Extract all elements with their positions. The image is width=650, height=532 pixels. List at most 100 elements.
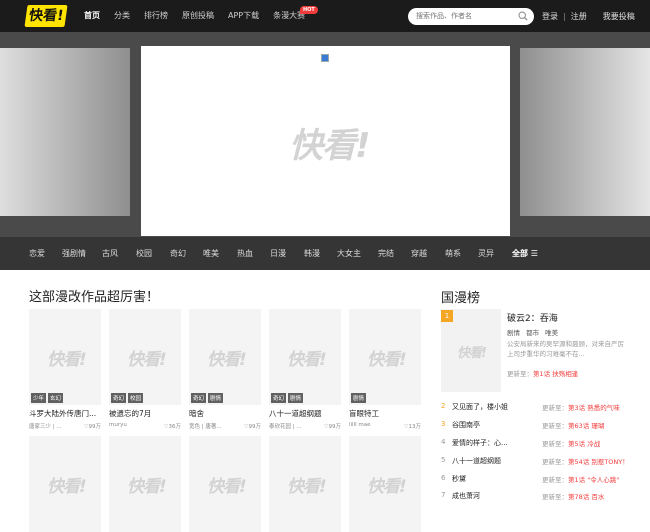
comic-cover[interactable]: 快看! 奇幻 剧情 — [269, 309, 341, 405]
ranking-item[interactable]: 7 成也萧河 更新至：第78话 百水 — [441, 491, 621, 503]
comic-tags: 剧情 — [351, 393, 367, 403]
nav-original-submission[interactable]: 原创投稿 — [182, 0, 214, 32]
latest-chapter-link[interactable]: 第3话 熟悉的气味 — [568, 404, 620, 412]
category-item[interactable]: 穿越 — [411, 237, 427, 270]
cover-watermark-logo: 快看! — [207, 477, 247, 497]
category-item[interactable]: 奇幻 — [170, 237, 186, 270]
comic-card[interactable]: 快看! 奇幻 剧情 八十一道超纲题 泰欣花园 | ... ♡99万 — [269, 309, 341, 430]
comic-tag: 奇幻 — [191, 393, 207, 403]
submit-link[interactable]: 我要投稿 — [603, 11, 635, 22]
category-item[interactable]: 强剧情 — [62, 237, 86, 270]
category-item[interactable]: 萌系 — [445, 237, 461, 270]
comic-author[interactable]: 唐家三少 | ... — [29, 422, 62, 430]
category-item[interactable]: 古风 — [102, 237, 118, 270]
comic-card[interactable]: 快看! 少年 玄幻 斗罗大陆外传唐门... 唐家三少 | ... ♡99万 — [29, 309, 101, 430]
comic-card[interactable]: 快看! — [349, 436, 421, 532]
comic-card[interactable]: 快看! 奇幻 剧情 暗舍 宽色 | 唐著... ♡99万 — [189, 309, 261, 430]
comic-card[interactable]: 快看! — [189, 436, 261, 532]
banner-main-slide[interactable]: 快看! — [141, 46, 510, 236]
ranking-item-title[interactable]: 谷围南亭 — [452, 420, 480, 430]
nav-app-download[interactable]: APP下载 — [228, 0, 259, 32]
ranking-item[interactable]: 5 八十一道超纲题 更新至：第54话 别惹TONY！ — [441, 456, 629, 468]
comic-cover[interactable]: 快看! 奇幻 校园 — [109, 309, 181, 405]
banner-prev-slide[interactable] — [0, 48, 130, 216]
comic-card[interactable]: 快看! — [109, 436, 181, 532]
ranking-item[interactable]: 4 爱情的样子：心... 更新至：第5话 冷战 — [441, 438, 621, 450]
nav-contest[interactable]: 条漫大赛 — [273, 0, 305, 32]
ranking-item-update: 更新至：第1话 "令人心跳" — [542, 476, 620, 484]
latest-chapter-link[interactable]: 第1话 "令人心跳" — [568, 476, 619, 484]
ranking-item[interactable]: 6 秒黛 更新至：第1话 "令人心跳" — [441, 474, 621, 486]
comic-cover[interactable]: 快看! — [269, 436, 341, 532]
comic-cover[interactable]: 快看! — [349, 436, 421, 532]
latest-chapter-link[interactable]: 第1话 扶殇相逢 — [533, 370, 578, 378]
site-logo[interactable]: 快看! — [24, 5, 68, 27]
latest-chapter-link[interactable]: 第54话 别惹TONY！ — [568, 458, 629, 466]
ranking-top-title[interactable]: 破云2：吞海 — [507, 311, 558, 324]
category-item[interactable]: 热血 — [237, 237, 253, 270]
comic-author[interactable]: 泰欣花园 | ... — [269, 422, 302, 430]
nav-ranking[interactable]: 排行榜 — [144, 0, 168, 32]
ranking-title: 国漫榜 — [441, 291, 481, 306]
comic-card[interactable]: 快看! 剧情 盲眼特工 lilll mae ♡13万 — [349, 309, 421, 430]
comic-likes: ♡99万 — [243, 424, 261, 430]
comic-meta: 泰欣花园 | ... ♡99万 — [269, 422, 341, 430]
hot-badge: HOT — [300, 6, 318, 14]
auth-separator: | — [563, 11, 566, 21]
latest-chapter-link[interactable]: 第5话 冷战 — [568, 440, 600, 448]
category-item[interactable]: 校园 — [136, 237, 152, 270]
comic-title[interactable]: 暗舍 — [189, 408, 261, 419]
category-item[interactable]: 恋爱 — [29, 237, 45, 270]
comic-cover[interactable]: 快看! — [29, 436, 101, 532]
comic-title[interactable]: 盲眼特工 — [349, 408, 421, 419]
comic-card[interactable]: 快看! 奇幻 校园 被遗忘的7月 muryu ♡36万 — [109, 309, 181, 430]
search-input[interactable] — [416, 10, 516, 23]
category-item[interactable]: 灵异 — [478, 237, 494, 270]
nav-category[interactable]: 分类 — [114, 0, 130, 32]
genre-tag: 剧情 — [507, 329, 520, 337]
search-icon[interactable] — [518, 11, 528, 21]
category-item[interactable]: 唯美 — [203, 237, 219, 270]
comic-cover[interactable]: 快看! — [109, 436, 181, 532]
ranking-item[interactable]: 2 又见面了，楼小姐 更新至：第3话 熟悉的气味 — [441, 402, 621, 414]
ranking-item-title[interactable]: 爱情的样子：心... — [452, 438, 508, 448]
comic-card[interactable]: 快看! — [29, 436, 101, 532]
comic-title[interactable]: 被遗忘的7月 — [109, 408, 181, 419]
comic-author[interactable]: 宽色 | 唐著... — [189, 422, 222, 430]
comic-meta: 唐家三少 | ... ♡99万 — [29, 422, 101, 430]
comic-title[interactable]: 斗罗大陆外传唐门... — [29, 408, 101, 419]
nav-home[interactable]: 首页 — [84, 0, 100, 32]
rank-number: 5 — [441, 456, 446, 464]
comic-cover[interactable]: 快看! 少年 玄幻 — [29, 309, 101, 405]
register-link[interactable]: 注册 — [571, 11, 587, 22]
category-item[interactable]: 日漫 — [270, 237, 286, 270]
comic-title[interactable]: 八十一道超纲题 — [269, 408, 341, 419]
cover-watermark-logo: 快看! — [127, 350, 167, 370]
comic-author[interactable]: muryu — [109, 422, 127, 430]
category-item[interactable]: 完结 — [378, 237, 394, 270]
category-item[interactable]: 大女主 — [337, 237, 361, 270]
latest-chapter-link[interactable]: 第63话 珊瑚 — [568, 422, 604, 430]
cover-watermark-logo: 快看! — [47, 350, 87, 370]
category-item[interactable]: 韩漫 — [304, 237, 320, 270]
ranking-item-title[interactable]: 又见面了，楼小姐 — [452, 402, 508, 412]
banner-next-slide[interactable] — [520, 48, 650, 216]
comic-cover[interactable]: 快看! 剧情 — [349, 309, 421, 405]
category-all[interactable]: 全部 ☰ — [512, 237, 538, 270]
section-title: 这部漫改作品超厉害！ — [29, 290, 160, 305]
ranking-item-title[interactable]: 八十一道超纲题 — [452, 456, 501, 466]
ranking-top-item[interactable]: 快看! 1 破云2：吞海 剧情 都市 唯美 公安局新来的吴罕源和聂顾，对来自严厉… — [441, 309, 631, 392]
auth-links: 登录 | 注册 我要投稿 — [542, 0, 635, 32]
comic-card[interactable]: 快看! — [269, 436, 341, 532]
comic-likes: ♡99万 — [83, 424, 101, 430]
ranking-item-title[interactable]: 秒黛 — [452, 474, 466, 484]
comic-author[interactable]: lilll mae — [349, 422, 371, 430]
banner-carousel: 快看! — [0, 32, 650, 237]
comic-cover[interactable]: 快看! — [189, 436, 261, 532]
comic-cover[interactable]: 快看! 奇幻 剧情 — [189, 309, 261, 405]
ranking-item[interactable]: 3 谷围南亭 更新至：第63话 珊瑚 — [441, 420, 621, 432]
comic-tags: 少年 玄幻 — [31, 393, 64, 403]
login-link[interactable]: 登录 — [542, 11, 558, 22]
comic-tag: 奇幻 — [271, 393, 287, 403]
search-box — [408, 8, 534, 25]
